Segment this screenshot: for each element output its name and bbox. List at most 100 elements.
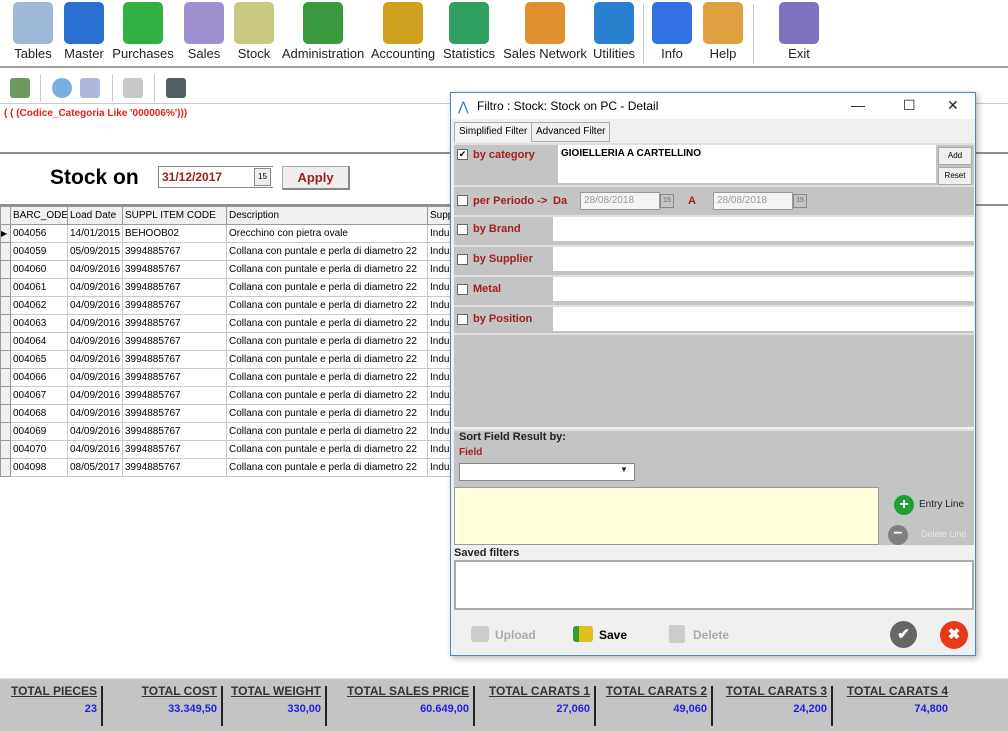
- metal-input[interactable]: [553, 277, 974, 301]
- supplier-label: by Supplier: [473, 253, 533, 265]
- category-value[interactable]: GIOIELLERIA A CARTELLINO: [558, 145, 936, 183]
- to-date-input[interactable]: 28/08/2018: [713, 192, 793, 210]
- period-checkbox[interactable]: [457, 195, 468, 206]
- menu-exit[interactable]: Exit: [754, 2, 844, 61]
- total-value: 23: [84, 703, 97, 715]
- position-checkbox[interactable]: [457, 314, 468, 325]
- close-button[interactable]: ✕: [947, 97, 959, 114]
- table-cell: 004068: [10, 404, 68, 423]
- filter-row-category: ✔ by category GIOIELLERIA A CARTELLINO A…: [454, 143, 974, 185]
- table-cell: 3994885767: [122, 422, 227, 441]
- table-row[interactable]: 004063 04/09/2016 3994885767 Collana con pu…: [0, 314, 488, 333]
- table-row[interactable]: 004059 05/09/2015 3994885767 Collana con pu…: [0, 242, 488, 261]
- row-indicator[interactable]: [0, 278, 11, 297]
- row-indicator[interactable]: [0, 458, 11, 477]
- row-indicator[interactable]: [0, 260, 11, 279]
- total-value: 24,200: [793, 703, 827, 715]
- table-cell: 004060: [10, 260, 68, 279]
- filter-row-period: per Periodo -> Da 28/08/2018 15 A 28/08/…: [454, 185, 974, 215]
- category-checkbox[interactable]: ✔: [457, 149, 468, 160]
- plus-icon[interactable]: +: [894, 495, 914, 515]
- row-indicator[interactable]: [0, 332, 11, 351]
- calendar-icon[interactable]: 15: [254, 168, 271, 186]
- total-total-pieces: TOTAL PIECES 23: [11, 684, 103, 726]
- cancel-button[interactable]: ✖: [940, 621, 968, 649]
- column-header[interactable]: SUPPL ITEM CODE: [122, 206, 227, 225]
- row-indicator[interactable]: [0, 350, 11, 369]
- tab-advanced-filter[interactable]: Advanced Filter: [531, 122, 611, 142]
- reset-button[interactable]: Reset: [938, 167, 972, 185]
- row-indicator[interactable]: ▶: [0, 224, 11, 243]
- table-row[interactable]: ▶ 004056 14/01/2015 BEHOOB02 Orecchino con p…: [0, 224, 488, 243]
- filter-row-metal: Metal: [454, 275, 974, 305]
- row-indicator[interactable]: [0, 422, 11, 441]
- menu-administration[interactable]: Administration: [278, 2, 368, 61]
- search-icon[interactable]: [52, 78, 72, 98]
- add-button[interactable]: Add: [938, 147, 972, 165]
- save-button[interactable]: Save: [599, 628, 627, 642]
- total-label: TOTAL CARATS 2: [605, 684, 707, 698]
- row-indicator[interactable]: [0, 242, 11, 261]
- table-cell: Collana con puntale e perla di diametro …: [226, 296, 428, 315]
- maximize-button[interactable]: ☐: [903, 97, 916, 114]
- table-row[interactable]: 004061 04/09/2016 3994885767 Collana con pu…: [0, 278, 488, 297]
- saved-filters-list[interactable]: [454, 560, 974, 610]
- ok-button[interactable]: ✔: [890, 621, 917, 648]
- table-row[interactable]: 004098 08/05/2017 3994885767 Collana con pu…: [0, 458, 488, 477]
- sort-list[interactable]: [454, 487, 879, 545]
- tab-simplified-filter[interactable]: Simplified Filter: [454, 122, 533, 142]
- filter-row-supplier: by Supplier: [454, 245, 974, 275]
- table-row[interactable]: 004068 04/09/2016 3994885767 Collana con pu…: [0, 404, 488, 423]
- divider: [325, 686, 327, 726]
- table-row[interactable]: 004070 04/09/2016 3994885767 Collana con pu…: [0, 440, 488, 459]
- row-indicator[interactable]: [0, 404, 11, 423]
- table-row[interactable]: 004064 04/09/2016 3994885767 Collana con pu…: [0, 332, 488, 351]
- category-label: by category: [473, 149, 535, 161]
- table-cell: 3994885767: [122, 350, 227, 369]
- money-icon: [123, 2, 163, 44]
- table-row[interactable]: 004069 04/09/2016 3994885767 Collana con pu…: [0, 422, 488, 441]
- print-icon[interactable]: [123, 78, 143, 98]
- chevron-down-icon[interactable]: ▼: [620, 465, 628, 474]
- supplier-input[interactable]: [553, 247, 974, 271]
- column-header[interactable]: Load Date: [67, 206, 123, 225]
- chart-icon: [449, 2, 489, 44]
- table-row[interactable]: 004066 04/09/2016 3994885767 Collana con pu…: [0, 368, 488, 387]
- brand-checkbox[interactable]: [457, 224, 468, 235]
- field-select[interactable]: [459, 463, 635, 481]
- table-cell: 04/09/2016: [67, 260, 123, 279]
- row-indicator[interactable]: [0, 368, 11, 387]
- toolbar-separator: [154, 74, 155, 102]
- from-date-input[interactable]: 28/08/2018: [580, 192, 660, 210]
- totals-footer: TOTAL PIECES 23 TOTAL COST 33.349,50 TOTAL W…: [0, 678, 1008, 731]
- supplier-checkbox[interactable]: [457, 254, 468, 265]
- table-row[interactable]: 004062 04/09/2016 3994885767 Collana con pu…: [0, 296, 488, 315]
- table-cell: 3994885767: [122, 260, 227, 279]
- row-indicator[interactable]: [0, 314, 11, 333]
- row-indicator[interactable]: [0, 386, 11, 405]
- metal-checkbox[interactable]: [457, 284, 468, 295]
- brand-input[interactable]: [553, 217, 974, 241]
- minimize-button[interactable]: —: [851, 97, 865, 113]
- total-label: TOTAL COST: [141, 684, 217, 698]
- minus-icon: −: [888, 525, 908, 545]
- exit-icon[interactable]: [10, 78, 30, 98]
- calendar-icon[interactable]: 15: [660, 194, 674, 208]
- apply-button[interactable]: Apply: [282, 166, 350, 190]
- import-icon[interactable]: [166, 78, 186, 98]
- table-cell: 004065: [10, 350, 68, 369]
- column-header[interactable]: BARC_ODE: [10, 206, 68, 225]
- column-header[interactable]: Description: [226, 206, 428, 225]
- total-label: TOTAL CARATS 1: [488, 684, 590, 698]
- row-indicator[interactable]: [0, 440, 11, 459]
- save-icon: [573, 626, 593, 642]
- row-indicator[interactable]: [0, 296, 11, 315]
- table-row[interactable]: 004060 04/09/2016 3994885767 Collana con pu…: [0, 260, 488, 279]
- calendar-icon[interactable]: 15: [793, 194, 807, 208]
- table-row[interactable]: 004065 04/09/2016 3994885767 Collana con pu…: [0, 350, 488, 369]
- position-input[interactable]: [553, 307, 974, 331]
- toolbar-separator: [112, 74, 113, 102]
- table-row[interactable]: 004067 04/09/2016 3994885767 Collana con pu…: [0, 386, 488, 405]
- entry-line-button[interactable]: Entry Line: [919, 499, 964, 510]
- copy-icon[interactable]: [80, 78, 100, 98]
